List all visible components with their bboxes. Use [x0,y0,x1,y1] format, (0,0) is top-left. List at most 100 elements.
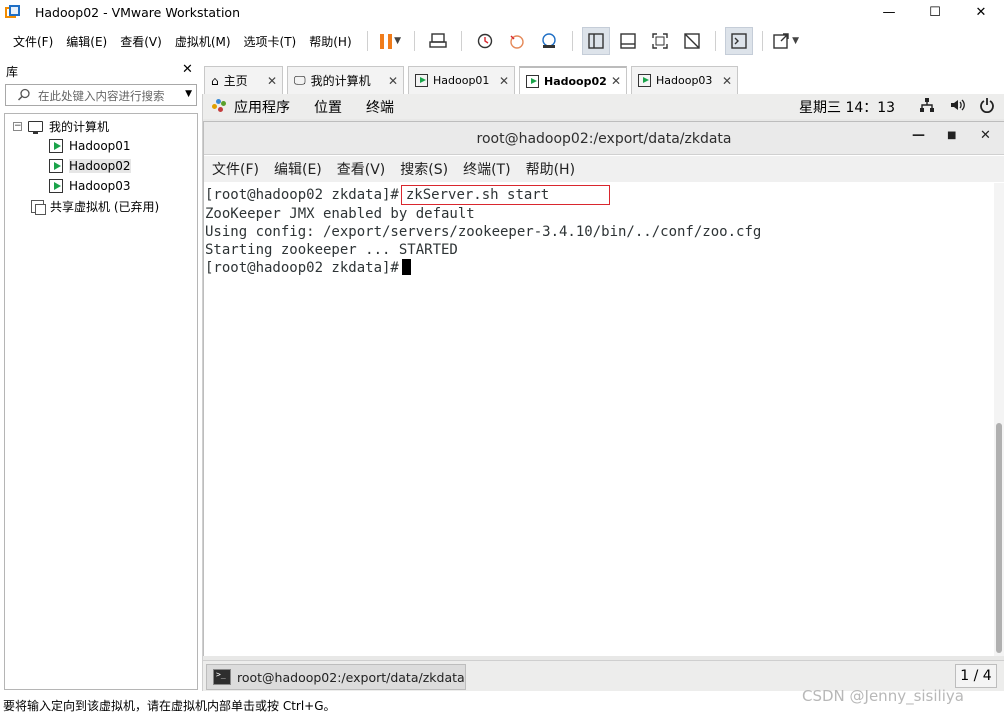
tab-home[interactable]: ⌂ 主页 ✕ [204,66,283,94]
tree-item-label: Hadoop03 [69,179,131,193]
text-cursor [401,259,411,275]
vm-icon [49,179,63,193]
search-placeholder: 在此处键入内容进行搜索 [38,89,165,103]
taskbar-terminal-item[interactable]: root@hadoop02:/export/data/zkdata [206,664,466,690]
gnome-top-bar: 应用程序 位置 终端 星期三 14：13 [203,94,1004,119]
tree-item-hadoop02[interactable]: Hadoop02 [49,156,131,176]
applications-menu[interactable]: 应用程序 [234,97,290,117]
terminal-menu-edit[interactable]: 编辑(E) [274,159,322,179]
status-text: 要将输入定向到该虚拟机，请在虚拟机内部单击或按 Ctrl+G。 [3,699,336,713]
terminal-output[interactable]: [root@hadoop02 zkdata]# zkServer.sh start… [204,183,994,656]
terminal-scrollbar[interactable] [994,183,1004,656]
library-tree: − 我的计算机 Hadoop01 Hadoop02 Hadoop03 共享虚拟机… [4,113,198,690]
unity-button[interactable] [678,27,706,55]
thumbnail-bar-button[interactable] [614,27,642,55]
library-title: 库 [6,65,19,79]
terminal-titlebar[interactable]: root@hadoop02:/export/data/zkdata — ■ ✕ [204,122,1004,155]
minimize-button[interactable]: — [912,128,925,143]
tab-hadoop02[interactable]: Hadoop02 ✕ [519,66,627,94]
vmware-logo-icon [5,4,21,21]
vm-icon [638,74,651,87]
tab-label: 主页 [223,74,248,88]
stretch-guest-button[interactable]: ▼ [772,27,800,55]
close-tab-icon[interactable]: ✕ [722,74,732,88]
snapshot-button[interactable] [471,27,499,55]
snapshot-manager-button[interactable] [535,27,563,55]
menu-vm[interactable]: 虚拟机(M) [170,33,239,50]
library-close-icon[interactable]: ✕ [182,62,193,77]
places-menu[interactable]: 位置 [314,97,342,117]
tab-hadoop01[interactable]: Hadoop01 ✕ [408,66,515,94]
network-icon[interactable] [919,97,935,113]
terminal-menu-file[interactable]: 文件(F) [212,159,259,179]
revert-snapshot-button[interactable] [503,27,531,55]
library-search-input[interactable]: 在此处键入内容进行搜索 ▼ [5,84,197,106]
send-keys-icon [428,33,447,48]
computer-icon [28,120,43,134]
maximize-button[interactable]: ■ [947,130,956,141]
toolbar-divider [460,31,462,51]
shared-vm-icon [31,199,46,215]
highlighted-command: zkServer.sh start [400,185,611,205]
close-tab-icon[interactable]: ✕ [611,74,621,88]
workspace-switcher[interactable]: 1 / 4 [955,664,997,688]
tree-item-label: Hadoop02 [69,159,131,173]
tab-my-computer[interactable]: 🖵 我的计算机 ✕ [287,66,404,94]
minimize-button[interactable]: — [866,0,912,25]
power-icon[interactable] [979,97,995,113]
guest-screen[interactable]: 应用程序 位置 终端 星期三 14：13 root@hadoop02:/expo… [202,94,1004,691]
search-icon [17,88,30,101]
tab-hadoop03[interactable]: Hadoop03 ✕ [631,66,738,94]
toolbar-divider [714,31,716,51]
watermark: CSDN @Jenny_sisiliya [802,687,964,705]
terminal-menu-help[interactable]: 帮助(H) [526,159,575,179]
tree-item-hadoop01[interactable]: Hadoop01 [49,136,131,156]
terminal-window[interactable]: root@hadoop02:/export/data/zkdata — ■ ✕ … [203,121,1004,656]
terminal-menu-terminal[interactable]: 终端(T) [463,159,510,179]
stretch-icon [773,33,789,49]
close-button[interactable]: ✕ [958,0,1004,25]
console-view-button[interactable] [724,27,753,55]
menu-edit[interactable]: 编辑(E) [61,33,115,50]
library-layout-icon [587,33,604,49]
status-bar: 要将输入定向到该虚拟机，请在虚拟机内部单击或按 Ctrl+G。 CSDN @Je… [0,687,1004,715]
close-tab-icon[interactable]: ✕ [499,74,509,88]
vm-icon [415,74,428,87]
close-tab-icon[interactable]: ✕ [267,74,277,88]
maximize-button[interactable]: ☐ [912,0,958,25]
menu-tabs[interactable]: 选项卡(T) [239,33,305,50]
close-button[interactable]: ✕ [980,128,991,143]
volume-icon[interactable] [949,97,965,113]
full-screen-button[interactable] [646,27,674,55]
tab-label: Hadoop02 [544,74,607,88]
output-line: Using config: /export/servers/zookeeper-… [205,224,762,240]
library-header: 库 ✕ [0,60,200,82]
toolbar-divider [366,31,368,51]
taskbar-item-label: root@hadoop02:/export/data/zkdata [237,669,465,685]
tree-item-shared-vms[interactable]: 共享虚拟机 (已弃用) [31,196,159,216]
menu-view[interactable]: 查看(V) [115,33,170,50]
clock[interactable]: 星期三 14：13 [799,97,895,117]
menu-file[interactable]: 文件(F) [8,33,61,50]
unity-icon [683,33,700,49]
console-icon [730,33,747,49]
toolbar-divider [413,31,415,51]
terminal-menu-search[interactable]: 搜索(S) [400,159,448,179]
pause-button[interactable]: ▼ [377,27,405,55]
tree-item-my-computer[interactable]: − 我的计算机 [13,116,109,136]
scrollbar-thumb[interactable] [996,423,1002,653]
send-ctrl-alt-del-button[interactable] [424,27,452,55]
show-library-button[interactable] [581,27,610,55]
terminal-menu-view[interactable]: 查看(V) [337,159,386,179]
tree-item-hadoop03[interactable]: Hadoop03 [49,176,131,196]
vm-icon [526,74,539,88]
snapshot-icon [477,33,492,49]
tree-item-label: 我的计算机 [49,119,110,134]
pause-icon [380,33,393,49]
collapse-icon[interactable]: − [13,121,22,131]
chevron-down-icon[interactable]: ▼ [185,89,192,99]
close-tab-icon[interactable]: ✕ [388,74,398,88]
menu-help[interactable]: 帮助(H) [304,33,359,50]
terminal-app-menu[interactable]: 终端 [366,97,394,117]
chevron-down-icon: ▼ [792,36,800,46]
